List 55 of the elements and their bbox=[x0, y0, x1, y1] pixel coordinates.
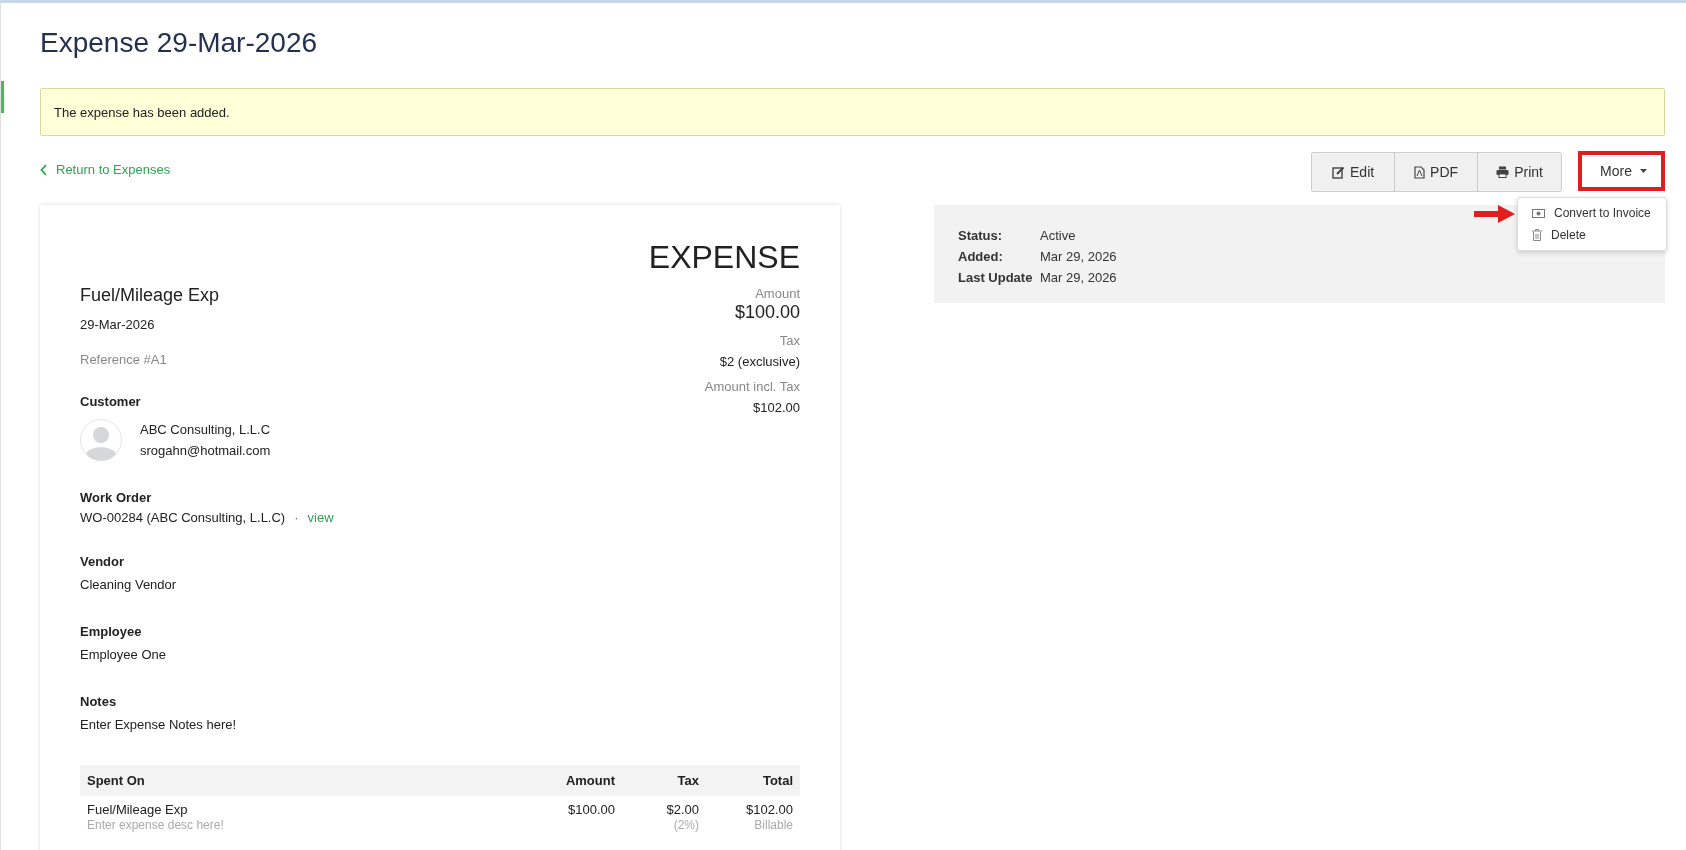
menu-item[interactable]: Delete bbox=[1518, 224, 1666, 246]
table-cell: $2.00 bbox=[622, 796, 706, 817]
table-cell: $100.00 bbox=[518, 796, 622, 817]
toolbar-button[interactable]: Edit bbox=[1312, 153, 1396, 191]
total-label: Amount incl. Tax bbox=[703, 379, 800, 394]
edit-icon bbox=[1332, 165, 1346, 179]
table-cell: Fuel/Mileage Exp bbox=[80, 796, 518, 817]
column-header: Tax bbox=[622, 765, 706, 796]
total-value: $2 (exclusive) bbox=[718, 354, 800, 369]
customer-email: srogahn@hotmail.com bbox=[140, 442, 271, 460]
chevron-left-icon bbox=[40, 163, 48, 176]
field-value: Employee One bbox=[80, 646, 167, 664]
toolbar-button[interactable]: Print bbox=[1478, 153, 1562, 191]
field-label: Work Order bbox=[80, 490, 153, 505]
status-label: Added: bbox=[958, 248, 1004, 266]
field-value: WO-00284 (ABC Consulting, L.L.C) bbox=[80, 510, 286, 525]
table-cell: $102.00 bbox=[706, 796, 800, 817]
field-value: Cleaning Vendor bbox=[80, 576, 178, 594]
banknote-icon bbox=[1532, 208, 1545, 218]
toolbar-button[interactable]: PDF bbox=[1395, 153, 1479, 191]
total-value: $100.00 bbox=[733, 302, 800, 323]
reference-number: Reference #A1 bbox=[80, 352, 168, 367]
status-value: Mar 29, 2026 bbox=[1040, 269, 1117, 287]
separator: · bbox=[294, 510, 299, 525]
field-label: Notes bbox=[80, 694, 118, 709]
total-value: $102.00 bbox=[752, 400, 800, 415]
table-cell-note: (2%) bbox=[673, 818, 699, 832]
status-value: Active bbox=[1040, 227, 1076, 245]
field-label: Employee bbox=[80, 624, 143, 639]
column-header: Spent On bbox=[80, 765, 518, 796]
column-header: Amount bbox=[518, 765, 622, 796]
avatar-icon bbox=[80, 419, 122, 461]
page-title: Expense 29-Mar-2026 bbox=[40, 26, 319, 60]
trash-icon bbox=[1532, 229, 1542, 241]
field-value: Enter Expense Notes here! bbox=[80, 716, 238, 734]
field-label: Vendor bbox=[80, 554, 126, 569]
customer-name: ABC Consulting, L.L.C bbox=[140, 421, 271, 439]
status-label: Status: bbox=[958, 227, 1004, 245]
alert-message: The expense has been added. bbox=[54, 104, 230, 120]
total-label: Amount bbox=[754, 286, 800, 301]
total-label: Tax bbox=[778, 333, 800, 348]
document-heading: EXPENSE bbox=[648, 239, 800, 276]
field-label: Customer bbox=[80, 394, 142, 409]
sidebar-marker bbox=[1, 81, 4, 113]
expense-item: Fuel/Mileage Exp bbox=[80, 285, 221, 306]
table-cell-note: Enter expense desc here! bbox=[87, 818, 224, 832]
column-header: Total bbox=[706, 765, 800, 796]
table-cell-note: Billable bbox=[754, 818, 793, 832]
status-value: Mar 29, 2026 bbox=[1040, 248, 1117, 266]
caret-icon bbox=[1640, 169, 1647, 173]
status-label: Last Update bbox=[958, 269, 1034, 287]
menu-item[interactable]: Convert to Invoice bbox=[1518, 202, 1666, 224]
print-icon bbox=[1496, 166, 1510, 178]
pdf-file-icon bbox=[1414, 165, 1426, 179]
expense-date: 29-Mar-2026 bbox=[80, 317, 156, 332]
